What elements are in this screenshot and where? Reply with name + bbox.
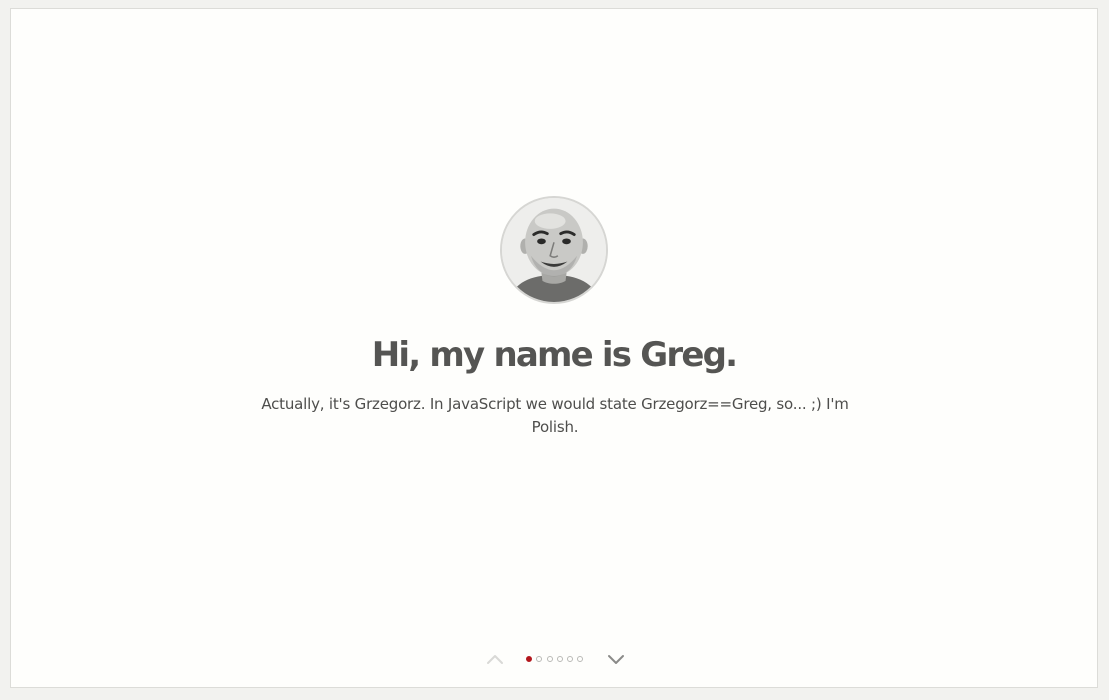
avatar-portrait <box>502 198 606 302</box>
pagination-dot-5[interactable] <box>567 656 574 662</box>
chevron-up-icon <box>487 655 503 664</box>
intro-description: Actually, it's Grzegorz. In JavaScript w… <box>261 395 849 436</box>
pagination-dot-6[interactable] <box>577 656 584 662</box>
pagination-dot-1[interactable] <box>526 656 532 662</box>
pagination-dot-2[interactable] <box>536 656 543 662</box>
pagination-dot-4[interactable] <box>556 656 563 662</box>
avatar <box>500 196 608 304</box>
prev-slide-button[interactable] <box>485 650 505 668</box>
slide-frame: Hi, my name is Greg. Actually, it's Grze… <box>10 8 1098 688</box>
next-slide-button[interactable] <box>606 650 626 668</box>
slide-navigation <box>11 649 1097 669</box>
slide-pagination <box>526 656 584 663</box>
page-title: Hi, my name is Greg. <box>371 335 738 375</box>
pagination-dot-3[interactable] <box>546 656 553 662</box>
chevron-down-icon <box>608 655 624 664</box>
